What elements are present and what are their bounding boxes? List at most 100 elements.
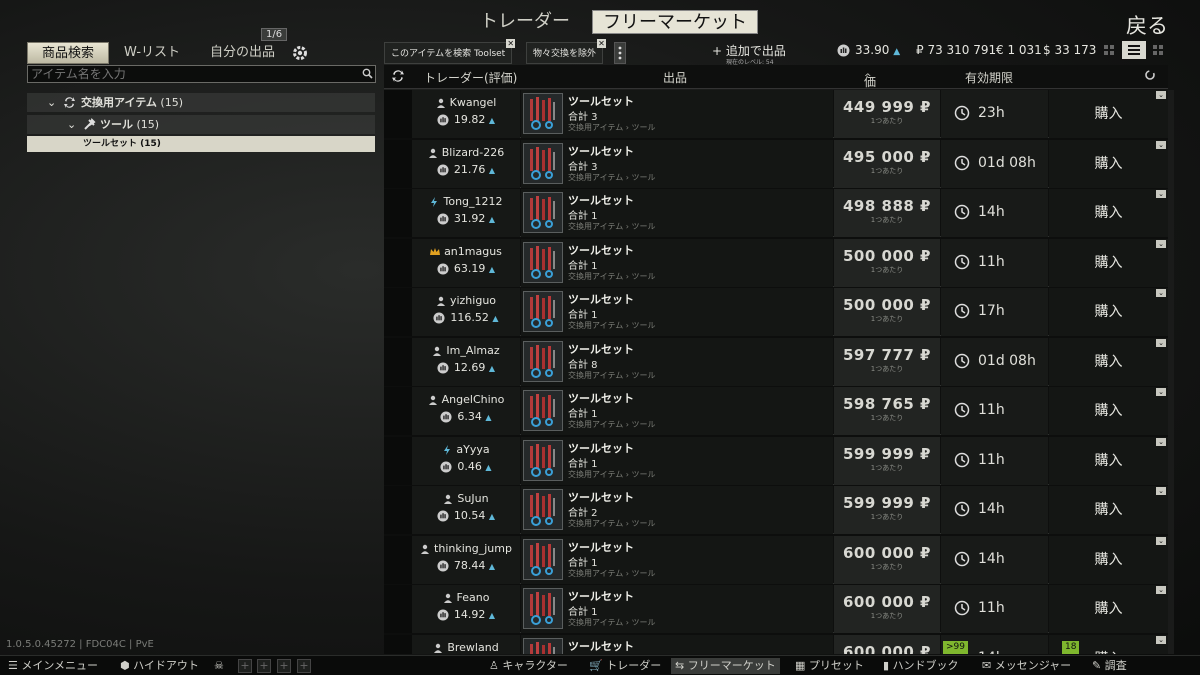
item-cell[interactable]: ツールセット 合計 1 交換用アイテム › ツール (521, 436, 833, 485)
chevron-down-icon[interactable]: ⌄ (1156, 190, 1166, 198)
seller-cell[interactable]: AngelChino 6.34 ▲ (412, 387, 520, 435)
quick-slot[interactable]: + (277, 659, 291, 673)
seller-name[interactable]: thinking_jump (412, 542, 520, 555)
seller-name[interactable]: AngelChino (412, 393, 520, 406)
seller-cell[interactable]: Feano 14.92 ▲ (412, 585, 520, 633)
chevron-down-icon[interactable]: ⌄ (1156, 388, 1166, 396)
messenger-button[interactable]: ✉ メッセンジャー (982, 658, 1071, 674)
seller-name[interactable]: Blizard-226 (412, 146, 520, 159)
category-tools[interactable]: ⌄ ツール (15) (27, 115, 375, 134)
item-cell[interactable]: ツールセット 合計 1 交換用アイテム › ツール (521, 189, 833, 237)
filter-chip-barter[interactable]: 物々交換を除外 ✕ (526, 39, 607, 64)
quick-slot[interactable]: + (238, 659, 252, 673)
chevron-down-icon[interactable]: ⌄ (1156, 635, 1166, 644)
chevron-down-icon[interactable]: ⌄ (1156, 239, 1166, 248)
chevron-down-icon[interactable]: ⌄ (1156, 437, 1166, 446)
survey-button[interactable]: ✎ 調査 (1092, 658, 1127, 674)
close-icon[interactable]: ✕ (597, 39, 607, 48)
seller-name[interactable]: Feano (412, 591, 520, 604)
quick-slot[interactable]: + (257, 659, 271, 673)
toolset-icon[interactable] (523, 390, 563, 431)
handbook-button[interactable]: ▮ ハンドブック (883, 658, 959, 674)
toolset-icon[interactable] (523, 192, 563, 233)
seller-name[interactable]: aYyya (412, 443, 520, 456)
seller-name[interactable]: an1magus (412, 245, 520, 258)
main-menu-button[interactable]: ☰ メインメニュー (8, 658, 98, 674)
item-cell[interactable]: ツールセット 合計 1 交換用アイテム › ツール (521, 288, 833, 336)
buy-button[interactable]: 購入 (1049, 90, 1168, 138)
seller-name[interactable]: SuJun (412, 492, 520, 505)
buy-button[interactable]: 購入 (1049, 238, 1168, 287)
buy-button[interactable]: 購入 (1049, 139, 1168, 188)
category-toolset[interactable]: ツールセット (15) (27, 136, 375, 152)
seller-cell[interactable]: yizhiguo 116.52 ▲ (412, 288, 520, 336)
grid-view-icon[interactable] (1104, 45, 1114, 55)
seller-cell[interactable]: thinking_jump 78.44 ▲ (412, 535, 520, 584)
tab-browse[interactable]: 商品検索 (27, 42, 110, 64)
seller-name[interactable]: Kwangel (412, 96, 520, 109)
buy-button[interactable]: 購入 (1049, 189, 1168, 237)
builds-button[interactable]: ▦ プリセット (795, 658, 864, 674)
toolset-icon[interactable] (523, 340, 563, 382)
list-view-icon[interactable] (1122, 41, 1146, 59)
character-button[interactable]: ♙ キャラクター (489, 658, 568, 674)
seller-cell[interactable]: Blizard-226 21.76 ▲ (412, 139, 520, 188)
item-cell[interactable]: ツールセット 合計 3 交換用アイテム › ツール (521, 139, 833, 188)
seller-cell[interactable]: SuJun 10.54 ▲ (412, 486, 520, 534)
chevron-down-icon[interactable]: ⌄ (1156, 487, 1166, 495)
flea-market-button[interactable]: ⇆ フリーマーケット (671, 658, 780, 674)
item-cell[interactable]: ツールセット 合計 1 交換用アイテム › ツール (521, 585, 833, 633)
seller-name[interactable]: yizhiguo (412, 294, 520, 307)
chevron-down-icon[interactable]: ⌄ (1156, 91, 1166, 99)
quick-slot[interactable]: + (297, 659, 311, 673)
item-cell[interactable]: ツールセット (521, 634, 833, 654)
buy-button[interactable]: 購入 (1049, 288, 1168, 336)
seller-name[interactable]: Im_Almaz (412, 344, 520, 357)
item-cell[interactable]: ツールセット 合計 2 交換用アイテム › ツール (521, 486, 833, 534)
filter-chip-item[interactable]: このアイテムを検索 Toolset ✕ (384, 39, 516, 64)
gear-icon[interactable] (291, 44, 309, 62)
toolset-icon[interactable] (523, 538, 563, 580)
exchange-icon[interactable] (391, 69, 405, 83)
item-cell[interactable]: ツールセット 合計 3 交換用アイテム › ツール (521, 90, 833, 138)
toolset-icon[interactable] (523, 291, 563, 332)
buy-button[interactable]: 購入 (1049, 535, 1168, 584)
category-barter-items[interactable]: ⌄ 交換用アイテム (15) (27, 93, 375, 112)
toolset-icon[interactable] (523, 93, 563, 134)
buy-button[interactable]: 購入 (1049, 585, 1168, 633)
tab-wishlist[interactable]: W-リスト (124, 42, 180, 64)
scrollbar[interactable] (1168, 90, 1174, 654)
item-search-field[interactable] (27, 65, 376, 83)
compact-view-icon[interactable] (1153, 45, 1163, 55)
item-cell[interactable]: ツールセット 合計 1 交換用アイテム › ツール (521, 387, 833, 435)
toolset-icon[interactable] (523, 637, 563, 654)
seller-cell[interactable]: Im_Almaz 12.69 ▲ (412, 337, 520, 386)
toolset-icon[interactable] (523, 439, 563, 481)
back-button[interactable]: 戻る (1126, 10, 1168, 40)
seller-cell[interactable]: Kwangel 19.82 ▲ (412, 90, 520, 138)
search-icon[interactable] (362, 68, 373, 79)
item-cell[interactable]: ツールセット 合計 1 交換用アイテム › ツール (521, 535, 833, 584)
hideout-button[interactable]: ⬢ ハイドアウト (120, 658, 199, 674)
skull-icon[interactable]: ☠ (214, 658, 224, 674)
chevron-down-icon[interactable]: ⌄ (1156, 140, 1166, 149)
traders-button[interactable]: 🛒 トレーダー (589, 658, 661, 674)
seller-cell[interactable]: Brewland ▲ (412, 634, 520, 654)
buy-button[interactable]: 購入 (1049, 387, 1168, 435)
seller-cell[interactable]: aYyya 0.46 ▲ (412, 436, 520, 485)
tab-flea-market[interactable]: フリーマーケット (592, 10, 758, 34)
tab-my-offers[interactable]: 自分の出品 (210, 42, 275, 64)
buy-button[interactable]: 購入 (1049, 486, 1168, 534)
column-expiry[interactable]: 有効期限 (965, 69, 1013, 86)
chevron-down-icon[interactable]: ⌄ (1156, 338, 1166, 347)
refresh-icon[interactable] (1144, 69, 1156, 81)
toolset-icon[interactable] (523, 588, 563, 629)
seller-cell[interactable]: an1magus 63.19 ▲ (412, 238, 520, 287)
search-input[interactable] (31, 67, 351, 81)
toolset-icon[interactable] (523, 489, 563, 530)
chevron-down-icon[interactable]: ⌄ (1156, 289, 1166, 297)
toolset-icon[interactable] (523, 241, 563, 283)
seller-cell[interactable]: Tong_1212 31.92 ▲ (412, 189, 520, 237)
item-cell[interactable]: ツールセット 合計 8 交換用アイテム › ツール (521, 337, 833, 386)
buy-button[interactable]: 購入 (1049, 337, 1168, 386)
